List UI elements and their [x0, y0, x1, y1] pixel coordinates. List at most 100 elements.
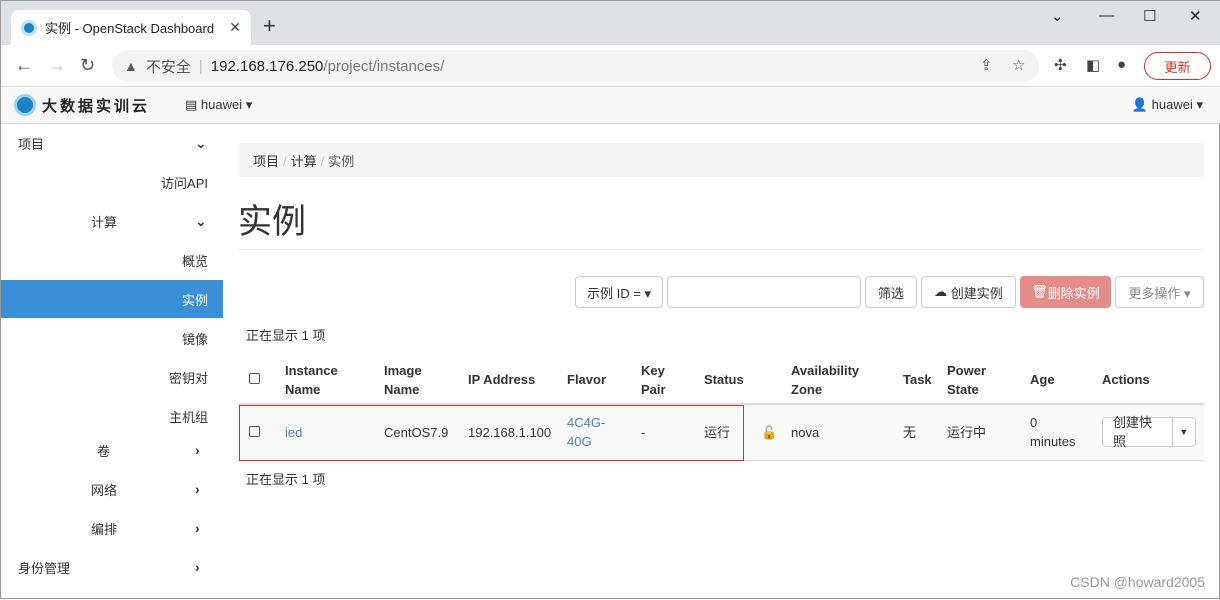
project-dropdown[interactable]: ▤ huawei ▾ [185, 97, 252, 113]
breadcrumb: 项目 / 计算 / 实例 [238, 143, 1204, 177]
col-age[interactable]: Age [1022, 356, 1094, 405]
tab-search-icon[interactable]: ⌄ [1051, 7, 1064, 25]
chevron-right-icon: › [195, 481, 200, 497]
unlock-icon: 🔓 [753, 404, 783, 461]
openstack-favicon-icon [21, 19, 37, 36]
browser-tab[interactable]: 实例 - OpenStack Dashboard ✕ [11, 10, 251, 45]
project-name: huawei [200, 97, 243, 112]
sidebar-item-network[interactable]: 网络 › [1, 470, 223, 508]
logo-icon [14, 94, 36, 116]
table-header-row: Instance Name Image Name IP Address Flav… [238, 356, 1204, 405]
close-tab-icon[interactable]: ✕ [229, 19, 241, 36]
col-ip-address[interactable]: IP Address [460, 356, 559, 405]
power-state: 运行中 [939, 404, 1022, 461]
reload-icon[interactable]: ↻ [80, 55, 95, 76]
browser-tab-bar: 实例 - OpenStack Dashboard ✕ + ⌄ — ☐ ✕ [1, 1, 1220, 45]
watermark: CSDN @howard2005 [1070, 574, 1205, 590]
more-actions-button[interactable]: 更多操作 ▾ [1115, 276, 1204, 308]
col-instance-name[interactable]: Instance Name [277, 356, 376, 405]
col-power-state[interactable]: Power State [939, 356, 1022, 405]
bookmark-star-icon[interactable]: ☆ [1012, 56, 1025, 74]
user-dropdown[interactable]: 👤 huawei ▾ [1132, 97, 1203, 113]
sidebar-label: 主机组 [168, 409, 208, 425]
sidebar-item-orchestration[interactable]: 编排 › [1, 509, 223, 547]
sidebar-item-project[interactable]: 项目 ⌄ [1, 124, 223, 162]
maximize-icon[interactable]: ☐ [1143, 7, 1156, 25]
col-actions: Actions [1094, 356, 1204, 405]
forward-icon[interactable]: → [48, 55, 66, 76]
sidebar-item-server-groups[interactable]: 主机组 [1, 397, 223, 435]
col-image-name[interactable]: Image Name [376, 356, 460, 405]
sidebar-item-images[interactable]: 镜像 [1, 319, 223, 357]
sidebar-label: 项目 [18, 136, 45, 152]
row-actions: 创建快照 ▼ [1102, 415, 1196, 449]
sidebar-label: 概览 [181, 253, 208, 269]
item-count-bottom: 正在显示 1 项 [246, 472, 326, 487]
col-key-pair[interactable]: Key Pair [633, 356, 696, 405]
minimize-icon[interactable]: — [1099, 7, 1114, 24]
create-snapshot-button[interactable]: 创建快照 [1102, 415, 1173, 449]
new-tab-icon[interactable]: + [263, 13, 276, 39]
actions-dropdown-toggle[interactable]: ▼ [1172, 417, 1196, 448]
back-icon[interactable]: ← [15, 55, 33, 76]
security-status[interactable]: 不安全 [146, 56, 191, 77]
item-count-top: 正在显示 1 项 [246, 328, 326, 343]
sidebar: 项目 ⌄ 访问API 计算 ⌄ 概览 实例 镜像 密钥对 主机组 卷 › 网络 › 编排… [1, 124, 223, 600]
sidebar-item-volumes[interactable]: 卷 › [1, 431, 223, 469]
filter-button[interactable]: 筛选 [865, 276, 917, 308]
sidebar-item-identity[interactable]: 身份管理 › [1, 548, 223, 586]
trash-icon: 🗑 [1031, 284, 1048, 299]
delete-label: 删除实例 [1047, 285, 1100, 301]
close-window-icon[interactable]: ✕ [1189, 7, 1202, 25]
breadcrumb-project[interactable]: 项目 [253, 154, 279, 169]
brand-logo[interactable]: 大数据实训云 [14, 94, 150, 116]
sidebar-label: 镜像 [181, 331, 208, 347]
side-panel-icon[interactable]: ◧ [1086, 56, 1100, 74]
sidebar-item-keypairs[interactable]: 密钥对 [1, 358, 223, 396]
url-host: 192.168.176.250 [210, 57, 324, 75]
chevron-down-icon: ⌄ [195, 134, 207, 151]
age: 0 minutes [1022, 404, 1094, 461]
chevron-right-icon: › [195, 442, 200, 458]
chevron-right-icon: › [195, 559, 200, 575]
filter-input[interactable] [667, 276, 861, 308]
url-path: /project/instances/ [323, 57, 445, 75]
sidebar-item-api-access[interactable]: 访问API [1, 163, 223, 201]
profile-icon[interactable]: ● [1117, 56, 1126, 73]
breadcrumb-compute[interactable]: 计算 [291, 154, 317, 169]
sidebar-item-overview[interactable]: 概览 [1, 241, 223, 279]
create-instance-button[interactable]: ☁ 创建实例 [921, 276, 1016, 308]
create-label: 创建实例 [950, 285, 1003, 301]
sidebar-label: 访问API [161, 175, 208, 191]
chevron-down-icon: ⌄ [195, 212, 207, 229]
highlight-box [239, 405, 744, 461]
brand-name: 大数据实训云 [42, 96, 151, 115]
availability-zone: nova [783, 404, 895, 461]
sidebar-label: 身份管理 [18, 560, 71, 576]
update-button[interactable]: 更新 [1144, 52, 1211, 80]
sidebar-item-instances[interactable]: 实例 [1, 280, 223, 318]
col-task[interactable]: Task [895, 356, 939, 405]
col-availability-zone[interactable]: Availability Zone [783, 356, 895, 405]
select-all-checkbox[interactable] [249, 373, 260, 384]
share-icon[interactable]: ⇪ [980, 56, 993, 74]
sidebar-label: 卷 [97, 443, 111, 459]
sidebar-label: 网络 [91, 482, 118, 498]
extensions-icon[interactable]: ✣ [1054, 56, 1067, 74]
col-status[interactable]: Status [696, 356, 753, 405]
task: 无 [895, 404, 939, 461]
top-navbar: 大数据实训云 ▤ huawei ▾ 👤 huawei ▾ [1, 87, 1220, 124]
cloud-upload-icon: ☁ [934, 284, 951, 299]
url-input[interactable]: ▲ 不安全 | 192.168.176.250/project/instances… [112, 50, 1039, 82]
col-flavor[interactable]: Flavor [559, 356, 633, 405]
breadcrumb-instances: 实例 [328, 154, 355, 169]
sidebar-item-compute[interactable]: 计算 ⌄ [1, 202, 223, 240]
chevron-right-icon: › [195, 520, 200, 536]
project-icon: ▤ [185, 97, 201, 112]
divider [238, 249, 1204, 250]
page-title: 实例 [238, 203, 306, 241]
delete-instance-button[interactable]: 🗑 删除实例 [1020, 276, 1111, 308]
filter-field-select[interactable]: 示例 ID = ▾ [575, 276, 663, 308]
address-bar-row: ← → ↻ ▲ 不安全 | 192.168.176.250/project/ins… [1, 45, 1220, 87]
warning-icon: ▲ [124, 58, 138, 74]
